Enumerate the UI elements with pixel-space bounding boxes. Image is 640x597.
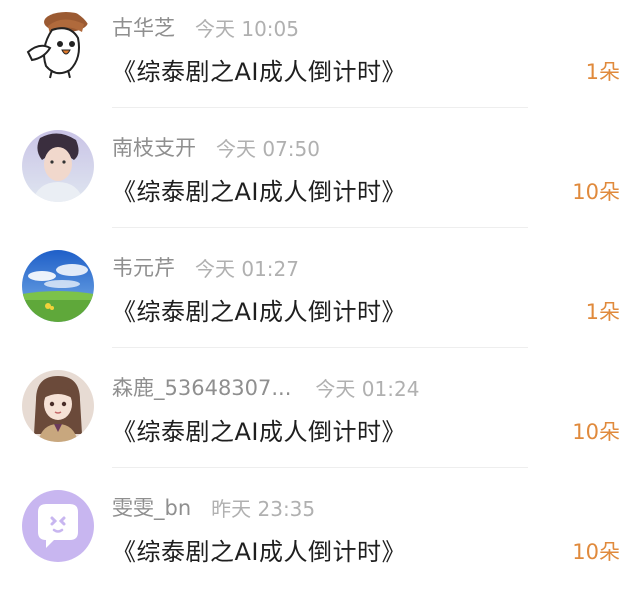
username[interactable]: 南枝支开 (112, 132, 196, 162)
chat-bubble-icon (22, 490, 94, 562)
username[interactable]: 雯雯_bn (112, 492, 191, 522)
username[interactable]: 森鹿_53648307... (112, 372, 291, 402)
flower-count: 10朵 (572, 540, 620, 564)
timestamp: 今天 07:50 (216, 136, 320, 161)
cartoon-bird-avatar[interactable] (22, 8, 94, 80)
flower-count: 10朵 (572, 420, 620, 444)
work-title[interactable]: 《综泰剧之AI成人倒计时》 (112, 52, 406, 87)
work-title[interactable]: 《综泰剧之AI成人倒计时》 (112, 172, 406, 207)
list-item[interactable]: 韦元芹 今天 01:27 《综泰剧之AI成人倒计时》 1朵 (0, 240, 640, 360)
timestamp: 今天 01:24 (315, 376, 420, 401)
work-title[interactable]: 《综泰剧之AI成人倒计时》 (112, 532, 406, 567)
row-meta: 雯雯_bn 昨天 23:35 (112, 492, 315, 522)
row-meta: 南枝支开 今天 07:50 (112, 132, 320, 162)
timestamp: 昨天 23:35 (211, 496, 316, 521)
username[interactable]: 古华芝 (112, 12, 175, 42)
portrait-icon (22, 130, 94, 202)
landscape-icon (22, 250, 94, 322)
gift-list: 古华芝 今天 10:05 《综泰剧之AI成人倒计时》 1朵 南枝支开 今天 07… (0, 0, 640, 597)
list-item[interactable]: 古华芝 今天 10:05 《综泰剧之AI成人倒计时》 1朵 (0, 0, 640, 120)
username[interactable]: 韦元芹 (112, 252, 175, 282)
flower-count: 1朵 (585, 60, 620, 84)
list-item[interactable]: 雯雯_bn 昨天 23:35 《综泰剧之AI成人倒计时》 10朵 (0, 480, 640, 597)
list-item[interactable]: 南枝支开 今天 07:50 《综泰剧之AI成人倒计时》 10朵 (0, 120, 640, 240)
flower-count: 10朵 (572, 180, 620, 204)
row-meta: 森鹿_53648307... 今天 01:24 (112, 372, 419, 402)
landscape-avatar[interactable] (22, 250, 94, 322)
work-title[interactable]: 《综泰剧之AI成人倒计时》 (112, 292, 406, 327)
list-item[interactable]: 森鹿_53648307... 今天 01:24 《综泰剧之AI成人倒计时》 10… (0, 360, 640, 480)
anime-girl-avatar[interactable] (22, 370, 94, 442)
divider (112, 347, 528, 348)
divider (112, 227, 528, 228)
row-meta: 韦元芹 今天 01:27 (112, 252, 299, 282)
anime-girl-icon (22, 370, 94, 442)
row-meta: 古华芝 今天 10:05 (112, 12, 299, 42)
timestamp: 今天 01:27 (195, 256, 299, 281)
cartoon-bird-icon (22, 8, 94, 80)
work-title[interactable]: 《综泰剧之AI成人倒计时》 (112, 412, 406, 447)
timestamp: 今天 10:05 (195, 16, 299, 41)
flower-count: 1朵 (585, 300, 620, 324)
divider (112, 107, 528, 108)
divider (112, 467, 528, 468)
chat-bubble-avatar[interactable] (22, 490, 94, 562)
portrait-avatar[interactable] (22, 130, 94, 202)
